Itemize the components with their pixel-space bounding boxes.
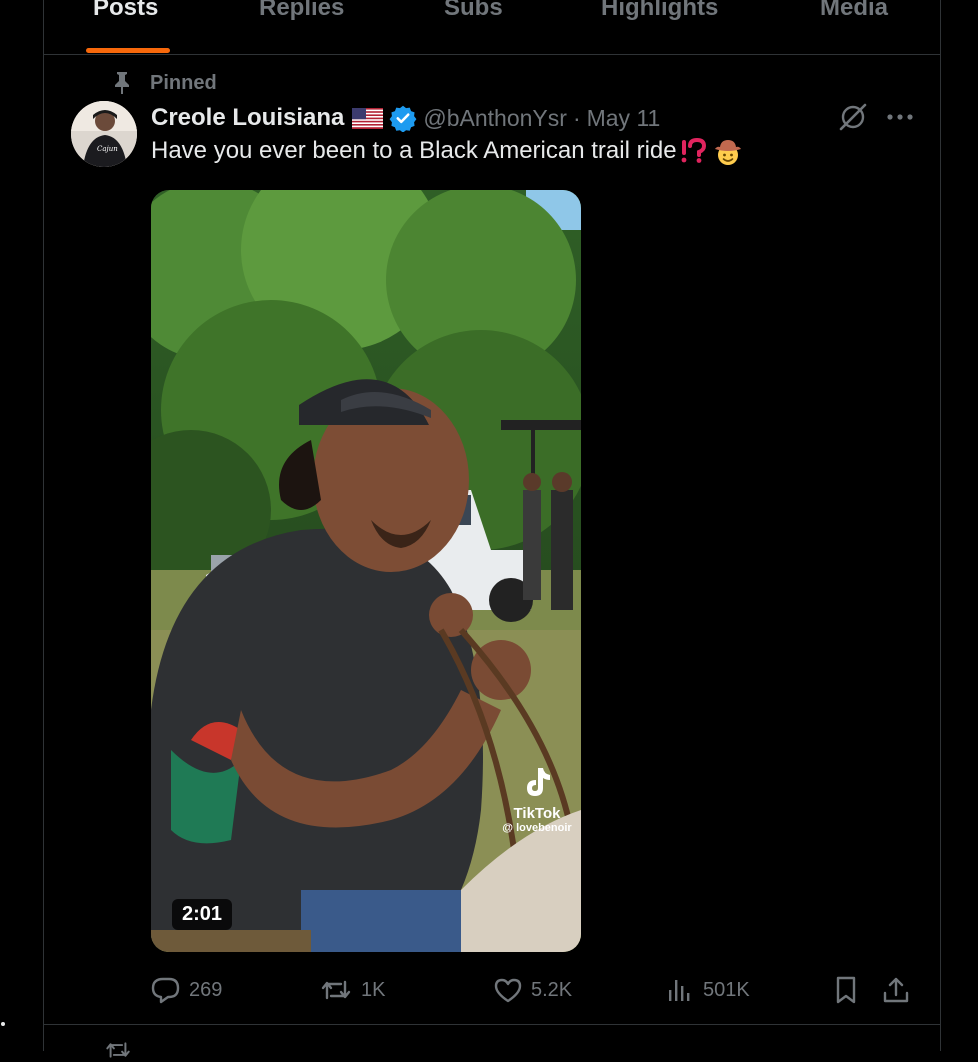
timeline-column: Posts Replies Subs Highlights Media Pinn… [43,0,941,1058]
header-separator: · [572,104,581,131]
video-duration-badge: 2:01 [172,899,233,930]
heart-icon [494,978,522,1003]
views-button[interactable]: 501K [665,970,750,1010]
like-button[interactable]: 5.2K [493,970,572,1010]
exclamation-question-emoji-icon [679,137,707,165]
tab-subs[interactable]: Subs [444,0,503,22]
tab-posts[interactable]: Posts [93,0,158,22]
pinned-indicator: Pinned [112,68,217,98]
tab-media[interactable]: Media [820,0,888,22]
view-count: 501K [703,978,750,1001]
repost-indicator-icon [106,1042,130,1058]
post-date[interactable]: May 11 [587,105,661,132]
profile-tabs: Posts Replies Subs Highlights Media [44,0,940,55]
tiktok-brand: TikTok [513,805,561,822]
share-button[interactable] [881,970,919,1010]
more-options-icon[interactable] [882,100,918,134]
author-name[interactable]: Creole Louisiana [151,104,344,132]
post-divider [44,1024,940,1025]
video-thumbnail[interactable]: TikTok @ lovebenoir 2:01 [151,190,581,952]
repost-icon [321,980,351,1000]
reply-count: 269 [189,978,223,1001]
post-header: Creole Louisiana @bAnthonYsr · May 11 [151,101,660,135]
avatar[interactable]: Cajun [71,101,137,167]
next-post-repost-indicator [104,1038,132,1062]
cowboy-face-emoji-icon [713,137,741,165]
tab-highlights[interactable]: Highlights [601,0,718,22]
reply-icon [151,977,180,1004]
bookmark-icon [836,976,856,1004]
grok-icon[interactable] [836,100,870,134]
analytics-icon [669,980,690,1001]
active-tab-indicator [86,48,170,53]
video-frame-image [151,190,581,952]
repost-count: 1K [361,978,386,1001]
tiktok-logo-icon [527,768,550,796]
bookmark-button[interactable] [831,970,869,1010]
like-count: 5.2K [531,978,573,1001]
bullet-dot [1,1022,5,1026]
share-icon [883,977,909,1003]
post-actions: 269 1K 5.2K 501K [151,970,921,1010]
author-handle[interactable]: @bAnthonYsr [423,105,567,132]
svg-text:Cajun: Cajun [97,145,118,153]
tab-replies[interactable]: Replies [259,0,344,22]
pinned-label: Pinned [150,71,217,94]
reply-button[interactable]: 269 [151,970,222,1010]
repost-button[interactable]: 1K [319,970,385,1010]
tiktok-username: @ lovebenoir [502,822,572,834]
post-text-body: Have you ever been to a Black American t… [151,137,677,164]
verified-badge-icon [389,104,417,133]
post-text: Have you ever been to a Black American t… [151,137,741,165]
us-flag-icon [352,107,384,129]
tiktok-watermark: TikTok @ lovebenoir [497,766,577,834]
pin-icon [112,69,132,97]
